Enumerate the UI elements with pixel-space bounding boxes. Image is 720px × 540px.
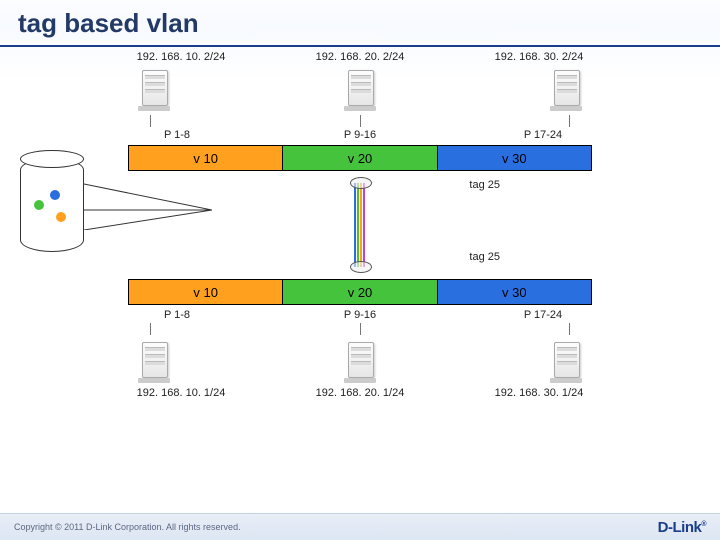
port-bot-1: P 1-8 xyxy=(142,309,212,321)
vlan-cell-v20: v 20 xyxy=(283,280,437,304)
vlan-cell-v20: v 20 xyxy=(283,146,437,170)
brand-logo: D-Link® xyxy=(658,519,706,536)
server-icon xyxy=(344,339,376,383)
switch-bottom: v 10 v 20 v 30 xyxy=(128,279,592,305)
vlan-cell-v30: v 30 xyxy=(438,146,591,170)
port-top-1: P 1-8 xyxy=(142,129,212,141)
server-icon xyxy=(550,339,582,383)
trunk-tag-upper: tag 25 xyxy=(469,179,500,191)
ip-bot-1: 192. 168. 10. 1/24 xyxy=(126,387,236,399)
vlan-cell-v10: v 10 xyxy=(129,146,283,170)
port-bot-2: P 9-16 xyxy=(325,309,395,321)
ip-top-2: 192. 168. 20. 2/24 xyxy=(305,51,415,63)
ip-bot-2: 192. 168. 20. 1/24 xyxy=(305,387,415,399)
trunk-tag-lower: tag 25 xyxy=(469,251,500,263)
vlan-database-icon xyxy=(20,150,84,260)
ip-top-1: 192. 168. 10. 2/24 xyxy=(126,51,236,63)
vlan-cell-v30: v 30 xyxy=(438,280,591,304)
server-icon xyxy=(138,67,170,111)
switch-top: v 10 v 20 v 30 xyxy=(128,145,592,171)
server-icon xyxy=(138,339,170,383)
ip-bot-3: 192. 168. 30. 1/24 xyxy=(484,387,594,399)
page-title: tag based vlan xyxy=(18,8,199,39)
copyright-text: Copyright © 2011 D-Link Corporation. All… xyxy=(14,522,241,532)
port-top-2: P 9-16 xyxy=(325,129,395,141)
port-top-3: P 17-24 xyxy=(508,129,578,141)
server-icon xyxy=(344,67,376,111)
vlan-cell-v10: v 10 xyxy=(129,280,283,304)
port-bot-3: P 17-24 xyxy=(508,309,578,321)
vlan-diagram: 192. 168. 10. 2/24 192. 168. 20. 2/24 19… xyxy=(120,51,600,399)
server-icon xyxy=(550,67,582,111)
ip-top-3: 192. 168. 30. 2/24 xyxy=(484,51,594,63)
